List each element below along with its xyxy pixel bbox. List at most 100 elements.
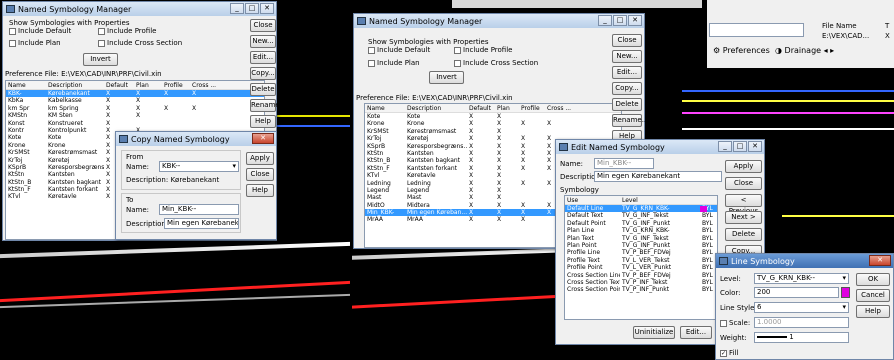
to-description-input[interactable]: Min egen Kørebanekant [164,218,239,229]
close-window-button[interactable]: ✕ [869,255,891,266]
ok-button[interactable]: OK [856,273,890,286]
delete-button[interactable]: Delete [612,98,642,111]
copy-button[interactable]: Copy... [612,82,642,95]
edit-button[interactable]: Edit... [612,66,642,79]
help-button[interactable]: Help [250,115,276,128]
rename-button[interactable]: Rename... [612,114,648,127]
fill-checkbox[interactable]: ✓ Fill [720,349,738,357]
close-window-button[interactable]: ✕ [252,133,274,144]
list-item[interactable]: Konst Konstrueret X [6,120,264,127]
close-window-button[interactable]: ✕ [628,15,642,26]
previous-button[interactable]: < Previous [725,194,762,215]
help-button[interactable]: Help [856,305,890,318]
symbology-use-list[interactable]: Use Level Default Line TV_G_KRN_KBK- BYL Defa… [564,195,718,320]
include-default-checkbox[interactable]: Include Default [368,46,430,54]
column-header[interactable]: Profile [519,104,545,112]
maximize-button[interactable]: □ [733,141,747,152]
to-name-input[interactable]: Min_KBK-- [159,204,239,215]
column-header[interactable]: Cross ... [545,104,575,112]
include-plan-checkbox[interactable]: Include Plan [368,59,420,67]
list-item[interactable]: Plan Text TV_G_INF_Tekst BYL [565,235,717,242]
column-header[interactable]: Description [405,104,467,112]
list-item[interactable]: Profile Line TV_P_BEF_FDVej BYL [565,249,717,256]
color-swatch[interactable] [841,287,850,298]
help-button[interactable]: Help [246,184,274,197]
maximize-button[interactable]: □ [245,3,259,14]
minimize-button[interactable]: _ [718,141,732,152]
close-window-button[interactable]: ✕ [260,3,274,14]
include-default-checkbox[interactable]: Include Default [9,27,71,35]
description-input[interactable]: Min egen Kørebanekant [594,171,722,182]
close-button[interactable]: Close [725,177,762,190]
weight-select[interactable]: 1 [754,332,849,343]
scale-input[interactable]: 1.0000 [754,317,849,328]
rename-button[interactable]: Rename... [250,99,286,112]
include-profile-checkbox[interactable]: Include Profile [454,46,512,54]
name-input[interactable]: Min_KBK-- [594,158,654,169]
minimize-button[interactable]: _ [598,15,612,26]
delete-button[interactable]: Delete [725,228,762,241]
list-cell: X [192,90,197,97]
column-header[interactable]: Use [565,196,620,204]
close-button[interactable]: Close [612,34,642,47]
list-item[interactable]: km Spr km Spring X X X X [6,105,264,112]
edit-button[interactable]: Edit... [250,51,276,64]
column-header[interactable]: Name [6,81,46,89]
list-item[interactable]: Cross Section Point TV_P_INF_Punkt BYL [565,286,717,293]
list-item[interactable]: KbKa Kabelkasse X X [6,97,264,104]
column-header[interactable]: Default [467,104,495,112]
list-item[interactable]: Kote Kote X X [365,113,621,120]
close-window-button[interactable]: ✕ [748,141,762,152]
apply-button[interactable]: Apply [246,152,274,165]
level-select[interactable]: TV_G_KRN_KBK-- ▾ [754,273,849,284]
include-cross-section-checkbox[interactable]: Include Cross Section [454,59,538,67]
list-item[interactable]: Cross Section Text TV_P_INF_Tekst BYL [565,279,717,286]
include-profile-checkbox[interactable]: Include Profile [98,27,156,35]
scale-checkbox[interactable]: Scale: [720,319,750,327]
list-item[interactable]: KrSMSt Kørestrømsmast X X [365,128,621,135]
next-button[interactable]: Next > [725,211,762,224]
cancel-button[interactable]: Cancel [856,289,890,302]
list-cell: Kontrolpunkt [48,126,87,134]
minimize-button[interactable]: _ [230,3,244,14]
column-header[interactable]: Description [46,81,104,89]
list-item[interactable]: KMStn KM Sten X X [6,112,264,119]
list-item[interactable]: Plan Point TV_G_INF_Punkt BYL [565,242,717,249]
tab-preferences[interactable]: ⚙ Preferences [713,46,770,55]
list-item[interactable]: Profile Point TV_L_VER_Punkt BYL [565,264,717,271]
edit-button[interactable]: Edit... [680,326,712,339]
maximize-button[interactable]: □ [613,15,627,26]
include-plan-checkbox[interactable]: Include Plan [9,39,61,47]
list-item[interactable]: Default Line TV_G_KRN_KBK- BYL [565,205,717,213]
color-input[interactable]: 200 [754,287,839,298]
list-item[interactable]: Profile Text TV_L_VER_Tekst BYL [565,257,717,264]
new-button[interactable]: New... [612,50,642,63]
uninitialize-button[interactable]: Uninitialize [633,326,675,339]
tab-drainage[interactable]: ◑ Drainage ◂ ▸ [775,46,834,55]
list-item[interactable]: Cross Section Line TV_P_BEF_FDVej BYL [565,272,717,279]
list-item[interactable]: Plan Line TV_G_KRN_KBK- BYL [565,227,717,234]
column-header[interactable]: Profile [162,81,190,89]
list-item[interactable]: Krone Krone X X X X [365,120,621,127]
copy-button[interactable]: Copy... [250,67,276,80]
list-item[interactable]: Default Point TV_G_INF_Punkt BYL [565,220,717,227]
line-style-select[interactable]: 6 ▾ [754,302,849,313]
column-header[interactable]: Level [620,196,700,204]
invert-button[interactable]: Invert [83,53,118,66]
from-name-select[interactable]: KBK-- ▾ [159,161,239,172]
column-header[interactable]: Name [365,104,405,112]
apply-button[interactable]: Apply [725,160,762,173]
column-header[interactable]: Cross ... [190,81,220,89]
include-cross-section-checkbox[interactable]: Include Cross Section [98,39,182,47]
close-button[interactable]: Close [246,168,274,181]
column-header[interactable]: Plan [495,104,519,112]
scroll-area[interactable] [709,23,804,37]
list-item[interactable]: KBK- Kørebanekant X X X X [6,90,264,98]
close-button[interactable]: Close [250,19,276,32]
delete-button[interactable]: Delete [250,83,276,96]
column-header[interactable]: Default [104,81,134,89]
invert-button[interactable]: Invert [429,71,464,84]
column-header[interactable]: Plan [134,81,162,89]
list-item[interactable]: Default Text TV_G_INF_Tekst BYL [565,212,717,219]
new-button[interactable]: New... [250,35,276,48]
